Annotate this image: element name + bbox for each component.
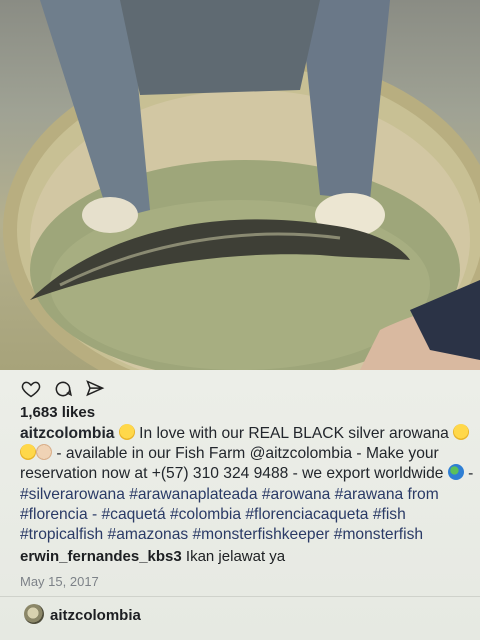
heart-icon[interactable] (20, 378, 42, 400)
heart-eyes-emoji-icon (118, 424, 135, 440)
paper-plane-icon[interactable] (84, 378, 106, 400)
comment-icon[interactable] (52, 378, 74, 400)
comment: erwin_fernandes_kbs3 Ikan jelawat ya (20, 548, 285, 565)
comment-text: Ikan jelawat ya (181, 548, 286, 565)
arowana-photo-illustration (3, 0, 480, 370)
likes-count[interactable]: 1,683 likes (20, 404, 95, 421)
caption-text-3: - (463, 465, 474, 483)
caption-username[interactable]: aitzcolombia (20, 425, 114, 442)
globe-emoji-icon (447, 464, 464, 481)
comment-username[interactable]: erwin_fernandes_kbs3 (20, 548, 182, 565)
post-caption: aitzcolombia In love with our REAL BLACK… (20, 424, 478, 545)
avatar[interactable] (24, 604, 44, 624)
post-actions (20, 378, 106, 400)
ok-hand-emoji-icon (36, 444, 52, 461)
divider (0, 596, 480, 597)
footer-username[interactable]: aitzcolombia (50, 607, 141, 624)
post-panel: 1,683 likes aitzcolombia In love with ou… (0, 370, 480, 640)
post-photo[interactable] (0, 0, 480, 370)
post-date: May 15, 2017 (20, 574, 99, 589)
caption-text-2: - available in our Fish Farm @aitzcolomb… (20, 445, 448, 483)
heart-eyes-emoji-icon (20, 444, 36, 461)
caption-text-1: In love with our REAL BLACK silver arowa… (134, 425, 454, 442)
caption-hashtags[interactable]: #silverarowana #arawanaplateada #arowana… (20, 486, 439, 543)
heart-eyes-emoji-icon (453, 424, 470, 440)
